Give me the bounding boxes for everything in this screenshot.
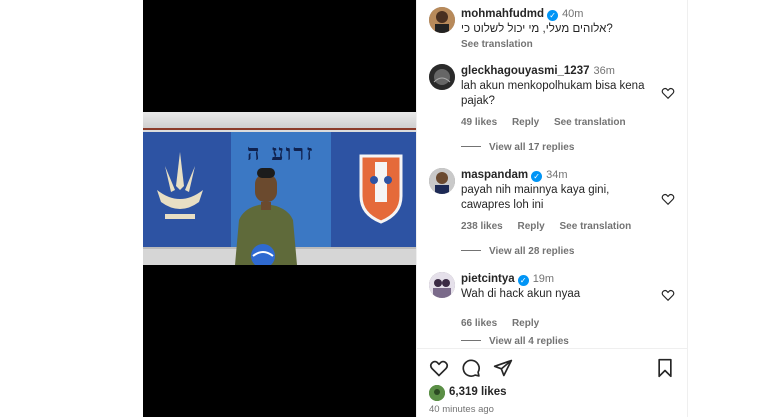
instagram-post-view: זרוע ה mohmahfudmd ✓ 40m ?אלוהים מעלי, מ… [0,0,770,417]
likes-count[interactable]: 6,319 likes [449,386,507,398]
avatar[interactable] [429,7,455,33]
soldier-figure-image [235,168,297,265]
comment-text: lah akun menkopolhukam bisa kena pajak? [461,80,645,107]
comment-time: 34m [546,169,568,181]
comment-item: maspandam ✓ 34m payah nih mainnya kaya gin… [429,168,687,263]
verified-icon: ✓ [547,10,559,21]
bookmark-icon[interactable] [655,358,675,378]
comment-icon[interactable] [461,358,481,378]
avatar[interactable] [429,64,455,90]
comment-time: 36m [593,65,615,77]
comment-likes[interactable]: 238 likes [461,221,503,232]
avatar[interactable] [429,168,455,194]
reply-button[interactable]: Reply [512,318,539,329]
video-player[interactable]: זרוע ה [143,0,416,417]
comments-panel: mohmahfudmd ✓ 40m ?אלוהים מעלי, מי יכול לש… [417,0,687,417]
comment-time: 19m [532,273,555,285]
avatar[interactable] [429,272,455,298]
post-timestamp: 40 minutes ago [429,404,494,415]
comment-likes[interactable]: 66 likes [461,318,497,329]
comment-username[interactable]: pietcintya [461,273,515,285]
heart-icon[interactable] [661,86,675,100]
see-translation-link[interactable]: See translation [554,117,626,128]
comment-item: pietcintya ✓ 19m Wah di hack akun nyaa 66 … [429,272,687,348]
see-translation-link[interactable]: See translation [560,221,632,232]
comment-username[interactable]: gleckhagouyasmi_1237 [461,65,590,77]
caption-time: 40m [562,8,584,20]
view-replies-button[interactable]: View all 4 replies [461,336,569,347]
comment-item: gleckhagouyasmi_1237 36m lah akun menkopo… [429,64,687,159]
view-replies-button[interactable]: View all 17 replies [461,142,574,153]
share-icon[interactable] [493,358,513,378]
heart-icon[interactable] [661,288,675,302]
heart-icon[interactable] [661,192,675,206]
navy-emblem-image [157,152,203,219]
reply-button[interactable]: Reply [512,117,539,128]
caption-text: ?אלוהים מעלי, מי יכול לשלוט כי [461,23,613,35]
see-translation-link[interactable]: See translation [461,39,533,50]
comment-username[interactable]: maspandam [461,169,528,181]
unit-shield-image [359,154,403,224]
caption-username[interactable]: mohmahfudmd [461,8,544,20]
avatar [429,385,445,401]
reply-button[interactable]: Reply [518,221,545,232]
verified-icon: ✓ [517,275,529,286]
view-replies-button[interactable]: View all 28 replies [461,246,574,257]
video-frame: זרוע ה [143,112,416,265]
comment-text: payah nih mainnya kaya gini, cawapres lo… [461,184,610,211]
comment-text: Wah di hack akun nyaa [461,288,581,300]
heart-icon[interactable] [429,358,449,378]
verified-icon: ✓ [531,171,543,182]
post-caption: mohmahfudmd ✓ 40m ?אלוהים מעלי, מי יכול לש… [429,7,687,50]
comment-likes[interactable]: 49 likes [461,117,497,128]
